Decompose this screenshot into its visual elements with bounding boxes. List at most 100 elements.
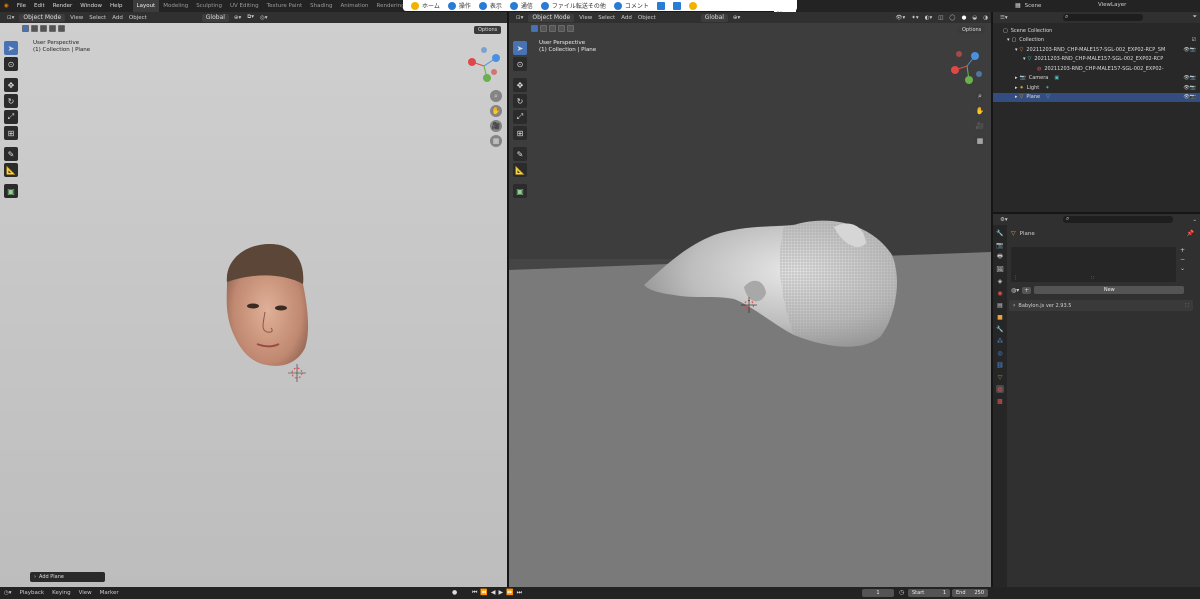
menu-add[interactable]: Add — [618, 15, 635, 21]
outliner[interactable]: ☰▾ ⌕ ⏷ ▢ Scene Collection ▾ ▢ Collection… — [993, 12, 1200, 212]
eye-icon[interactable]: 👁📷 — [1183, 85, 1196, 91]
remote-call[interactable]: 通信 — [521, 1, 533, 10]
new-material-button[interactable]: New — [1034, 286, 1185, 294]
pan-icon[interactable]: ✋ — [974, 105, 986, 117]
material-browse-icon[interactable]: ◍▾ — [1011, 287, 1019, 294]
operator-panel[interactable]: › Add Plane — [30, 572, 105, 582]
tab-texture-paint[interactable]: Texture Paint — [263, 0, 307, 12]
collection-tab-icon[interactable]: ▤ — [996, 301, 1004, 309]
eye-icon[interactable]: 👁📷 — [1183, 94, 1196, 100]
eye-icon[interactable]: 👁📷 — [1183, 75, 1196, 81]
current-frame-field[interactable]: 1 — [862, 589, 894, 597]
menu-object[interactable]: Object — [126, 15, 150, 21]
outliner-collection[interactable]: ▾ ▢ Collection ☑ — [993, 36, 1200, 46]
menu-edit[interactable]: Edit — [30, 3, 49, 9]
outliner-scene-collection[interactable]: ▢ Scene Collection — [993, 26, 1200, 36]
ortho-grid-icon[interactable]: ▦ — [974, 135, 986, 147]
editor-type-icon[interactable]: ⊡▾ — [4, 15, 17, 21]
mode-dropdown[interactable]: Object Mode — [19, 13, 66, 22]
properties-editor[interactable]: ⚙▾ ⌕ ⌄ 🔧 📷 🖶 🖼 ◈ ◉ ▤ ■ 🔧 ⁂ ◎ ⛓ ▽ ◍ ▩ ▽ P… — [993, 214, 1200, 587]
data-tab-icon[interactable]: ▽ — [996, 373, 1004, 381]
select-mode-invert-icon[interactable] — [558, 25, 565, 32]
clock-icon[interactable]: ◷▾ — [0, 590, 16, 596]
operate-icon[interactable] — [447, 1, 456, 10]
select-mode-extend-icon[interactable] — [31, 25, 38, 32]
menu-window[interactable]: Window — [76, 3, 106, 9]
outliner-search-input[interactable] — [1063, 14, 1143, 21]
scale-tool-icon[interactable]: ⤢ — [513, 110, 527, 124]
physics-tab-icon[interactable]: ◎ — [996, 349, 1004, 357]
tab-modeling[interactable]: Modeling — [159, 0, 192, 12]
outliner-item[interactable]: ▾ ▽ 20211203-RND_CHP-MALE157-SGL-002_EXP… — [993, 55, 1200, 65]
monitor-icon[interactable] — [672, 1, 681, 10]
camera-view-icon[interactable]: 🎥 — [490, 120, 502, 132]
options-button[interactable]: Options — [474, 26, 502, 34]
view-layer-selector[interactable]: ViewLayer — [1098, 2, 1126, 8]
remove-slot-icon[interactable]: − — [1180, 256, 1185, 263]
remote-file-transfer[interactable]: ファイル転送その他 — [552, 1, 606, 10]
play-reverse-icon[interactable]: ◀ — [491, 589, 496, 597]
ortho-grid-icon[interactable]: ▦ — [490, 135, 502, 147]
remote-home[interactable]: ホーム — [422, 1, 440, 10]
resize-handle-icon[interactable]: ⋮ — [1013, 275, 1018, 281]
select-mode-subtract-icon[interactable] — [40, 25, 47, 32]
tab-uv-editing[interactable]: UV Editing — [226, 0, 263, 12]
remote-operate[interactable]: 操作 — [459, 1, 471, 10]
select-mode-invert-icon[interactable] — [49, 25, 56, 32]
menu-file[interactable]: File — [13, 3, 30, 9]
pan-icon[interactable]: ✋ — [490, 105, 502, 117]
annotate-tool-icon[interactable]: ✎ — [513, 147, 527, 161]
overlay-icon[interactable]: ◐▾ — [922, 15, 936, 21]
render-tab-icon[interactable]: 📷 — [996, 241, 1004, 249]
end-frame-field[interactable]: End 250 — [952, 589, 988, 597]
view-layer-tab-icon[interactable]: 🖼 — [996, 265, 1004, 273]
home-icon[interactable] — [411, 1, 419, 10]
checkbox-icon[interactable]: ☑ — [1192, 37, 1196, 43]
rendered-shading-icon[interactable]: ◑ — [980, 15, 991, 21]
select-mode-subtract-icon[interactable] — [549, 25, 556, 32]
editor-type-icon[interactable]: ☰▾ — [997, 15, 1011, 21]
snap-icon[interactable]: ⧉▾ — [244, 14, 257, 21]
viewport-right[interactable]: ⊡▾ Object Mode View Select Add Object Gl… — [509, 12, 991, 587]
download-icon[interactable] — [656, 1, 665, 10]
clock-icon[interactable]: ◷ — [899, 589, 904, 596]
play-icon[interactable]: ▶ — [499, 589, 504, 597]
tool-tab-icon[interactable]: 🔧 — [996, 229, 1004, 237]
annotate-tool-icon[interactable]: ✎ — [4, 147, 18, 161]
transform-tool-icon[interactable]: ⊞ — [513, 126, 527, 140]
material-slot-list[interactable]: ⋮ ∷ — [1011, 247, 1176, 282]
world-tab-icon[interactable]: ◉ — [996, 289, 1004, 297]
record-icon[interactable]: ● — [452, 589, 457, 596]
remote-comment[interactable]: コメント — [625, 1, 649, 10]
select-mode-new-icon[interactable] — [531, 25, 538, 32]
menu-help[interactable]: Help — [106, 3, 127, 9]
outliner-item[interactable]: ▾ ▽ 20211203-RND_CHP-MALE157-SGL-002_EXP… — [993, 45, 1200, 55]
viewport-left[interactable]: ⊡▾ Object Mode View Select Add Object Gl… — [0, 12, 507, 587]
menu-view[interactable]: View — [576, 15, 595, 21]
tab-layout[interactable]: Layout — [132, 0, 160, 12]
move-tool-icon[interactable]: ✥ — [4, 78, 18, 92]
rotate-tool-icon[interactable]: ↻ — [4, 94, 18, 108]
select-tool-icon[interactable]: ➤ — [513, 41, 527, 55]
select-mode-intersect-icon[interactable] — [58, 25, 65, 32]
xray-icon[interactable]: ◫ — [935, 15, 946, 21]
rotate-tool-icon[interactable]: ↻ — [513, 94, 527, 108]
add-slot-icon[interactable]: + — [1180, 247, 1185, 254]
scale-tool-icon[interactable]: ⤢ — [4, 110, 18, 124]
add-material-icon[interactable]: + — [1022, 286, 1032, 294]
menu-view[interactable]: View — [75, 590, 96, 596]
properties-search-input[interactable] — [1063, 216, 1173, 223]
menu-marker[interactable]: Marker — [96, 590, 123, 596]
gizmo-icon[interactable]: ✦▾ — [908, 15, 921, 21]
drag-handle-icon[interactable]: ∷ — [1185, 302, 1189, 309]
texture-tab-icon[interactable]: ▩ — [996, 397, 1004, 405]
editor-type-icon[interactable]: ⚙▾ — [997, 217, 1011, 223]
cursor-tool-icon[interactable]: ⊙ — [513, 57, 527, 71]
remote-view[interactable]: 表示 — [490, 1, 502, 10]
babylon-panel-header[interactable]: › Babylon.js ver 2.93.5 ∷ — [1009, 300, 1193, 311]
tab-shading[interactable]: Shading — [306, 0, 336, 12]
pin-icon[interactable]: 📌 — [1187, 230, 1194, 237]
outliner-item-light[interactable]: ▸ ✷ Light ✶ 👁📷 — [993, 83, 1200, 93]
next-keyframe-icon[interactable]: ⏩ — [506, 589, 513, 597]
particles-tab-icon[interactable]: ⁂ — [996, 337, 1004, 345]
